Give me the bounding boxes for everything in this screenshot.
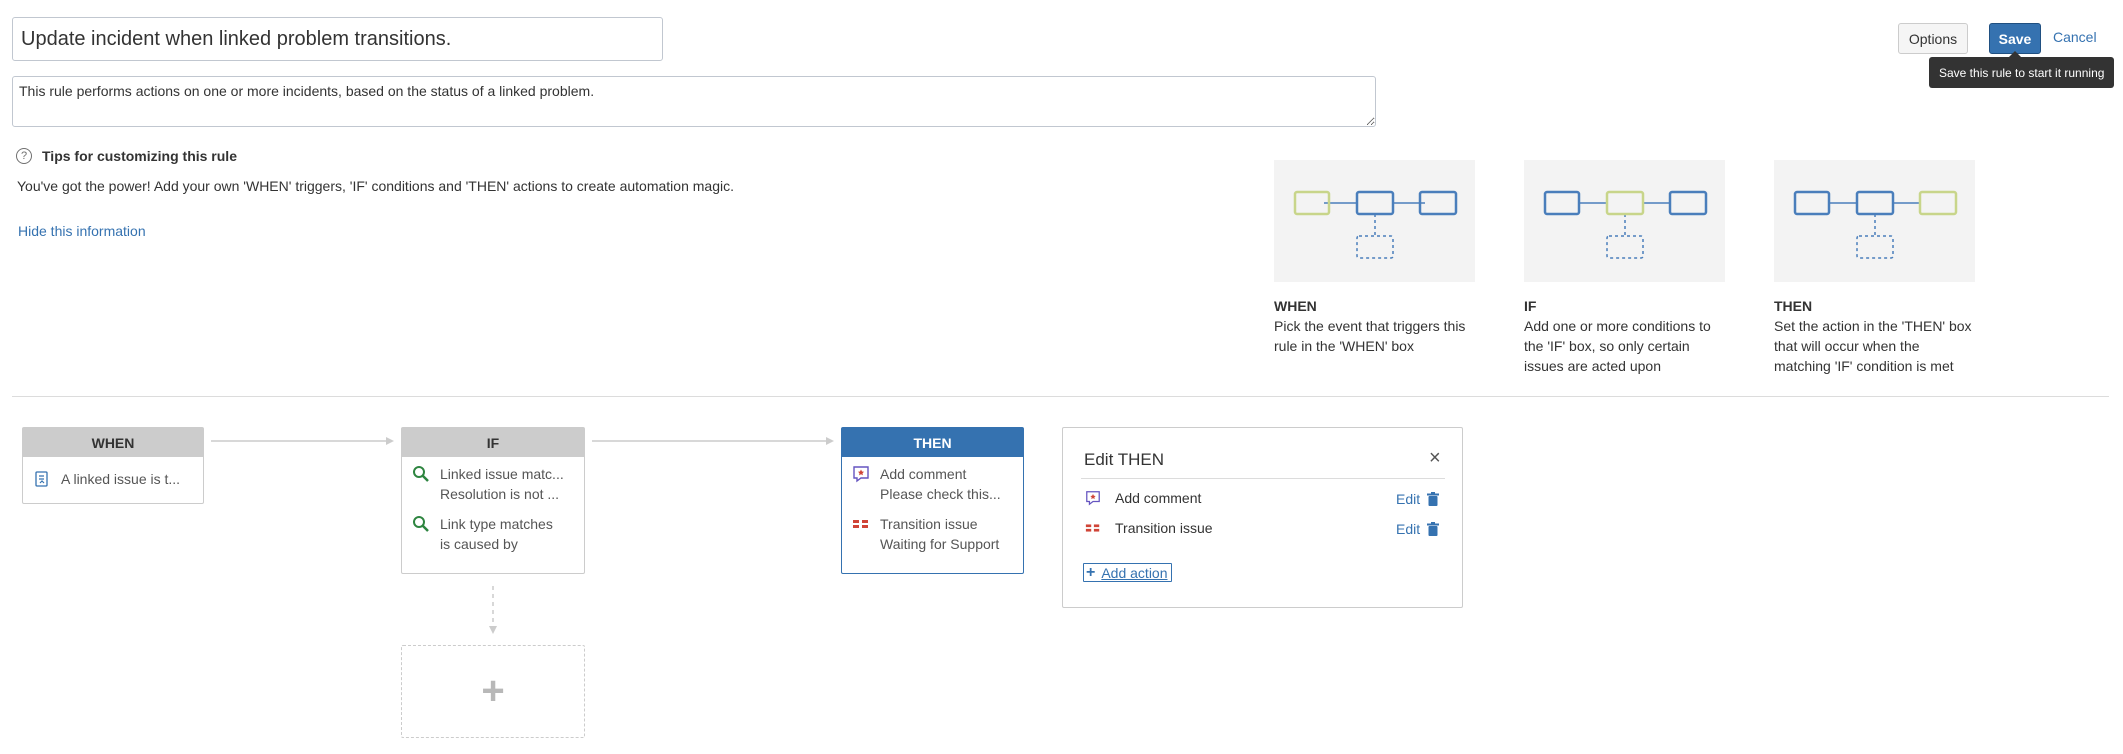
search-icon	[413, 516, 429, 532]
if-card-header: IF	[402, 428, 584, 457]
edit-add-comment-link[interactable]: Edit	[1396, 491, 1420, 507]
if-condition-item[interactable]: Link type matches is caused by	[402, 514, 584, 554]
transition-icon	[1085, 524, 1100, 532]
edit-action-row: Add comment	[1085, 490, 1201, 506]
if-condition-line1: Linked issue matc...	[440, 466, 564, 482]
edit-action-label: Transition issue	[1115, 520, 1213, 536]
add-action-button[interactable]: + Add action	[1083, 563, 1172, 582]
then-card-header: THEN	[842, 428, 1023, 457]
edit-transition-issue-link[interactable]: Edit	[1396, 521, 1420, 537]
plus-icon: +	[481, 669, 505, 713]
search-icon	[413, 466, 429, 482]
then-action-line1: Transition issue	[880, 516, 978, 532]
then-action-line1: Add comment	[880, 466, 967, 482]
trash-icon[interactable]	[1427, 492, 1439, 506]
when-card-header: WHEN	[23, 428, 203, 457]
when-card[interactable]: WHEN A linked issue is t...	[22, 427, 204, 504]
if-condition-line2: is caused by	[440, 536, 518, 552]
transition-icon	[853, 520, 868, 528]
plus-icon: +	[1086, 563, 1096, 581]
then-action-item[interactable]: Transition issue Waiting for Support	[842, 514, 1023, 554]
when-trigger-item[interactable]: A linked issue is t...	[23, 469, 203, 489]
edit-then-divider	[1081, 478, 1445, 479]
then-action-item[interactable]: Add comment Please check this...	[842, 464, 1023, 504]
then-card[interactable]: THEN Add comment Please check this... Tr…	[841, 427, 1024, 574]
add-condition-placeholder[interactable]: +	[401, 645, 585, 738]
if-condition-item[interactable]: Linked issue matc... Resolution is not .…	[402, 464, 584, 504]
if-condition-line2: Resolution is not ...	[440, 486, 560, 502]
comment-icon	[1086, 491, 1100, 506]
if-card[interactable]: IF Linked issue matc... Resolution is no…	[401, 427, 585, 574]
edit-then-title: Edit THEN	[1084, 450, 1164, 469]
close-icon[interactable]: ×	[1429, 447, 1441, 470]
trash-icon[interactable]	[1427, 522, 1439, 536]
then-action-line2: Waiting for Support	[880, 536, 1000, 552]
edit-then-panel: Edit THEN × Add comment Edit Transition …	[1062, 427, 1463, 608]
flow-connectors	[211, 437, 834, 634]
add-action-label: Add action	[1101, 564, 1168, 581]
when-trigger-line1: A linked issue is t...	[61, 471, 181, 487]
edit-action-label: Add comment	[1115, 490, 1202, 506]
comment-icon	[853, 466, 869, 483]
issue-link-icon	[35, 471, 48, 487]
then-action-line2: Please check this...	[880, 486, 1001, 502]
edit-action-row: Transition issue	[1085, 520, 1213, 536]
if-condition-line1: Link type matches	[440, 516, 553, 532]
